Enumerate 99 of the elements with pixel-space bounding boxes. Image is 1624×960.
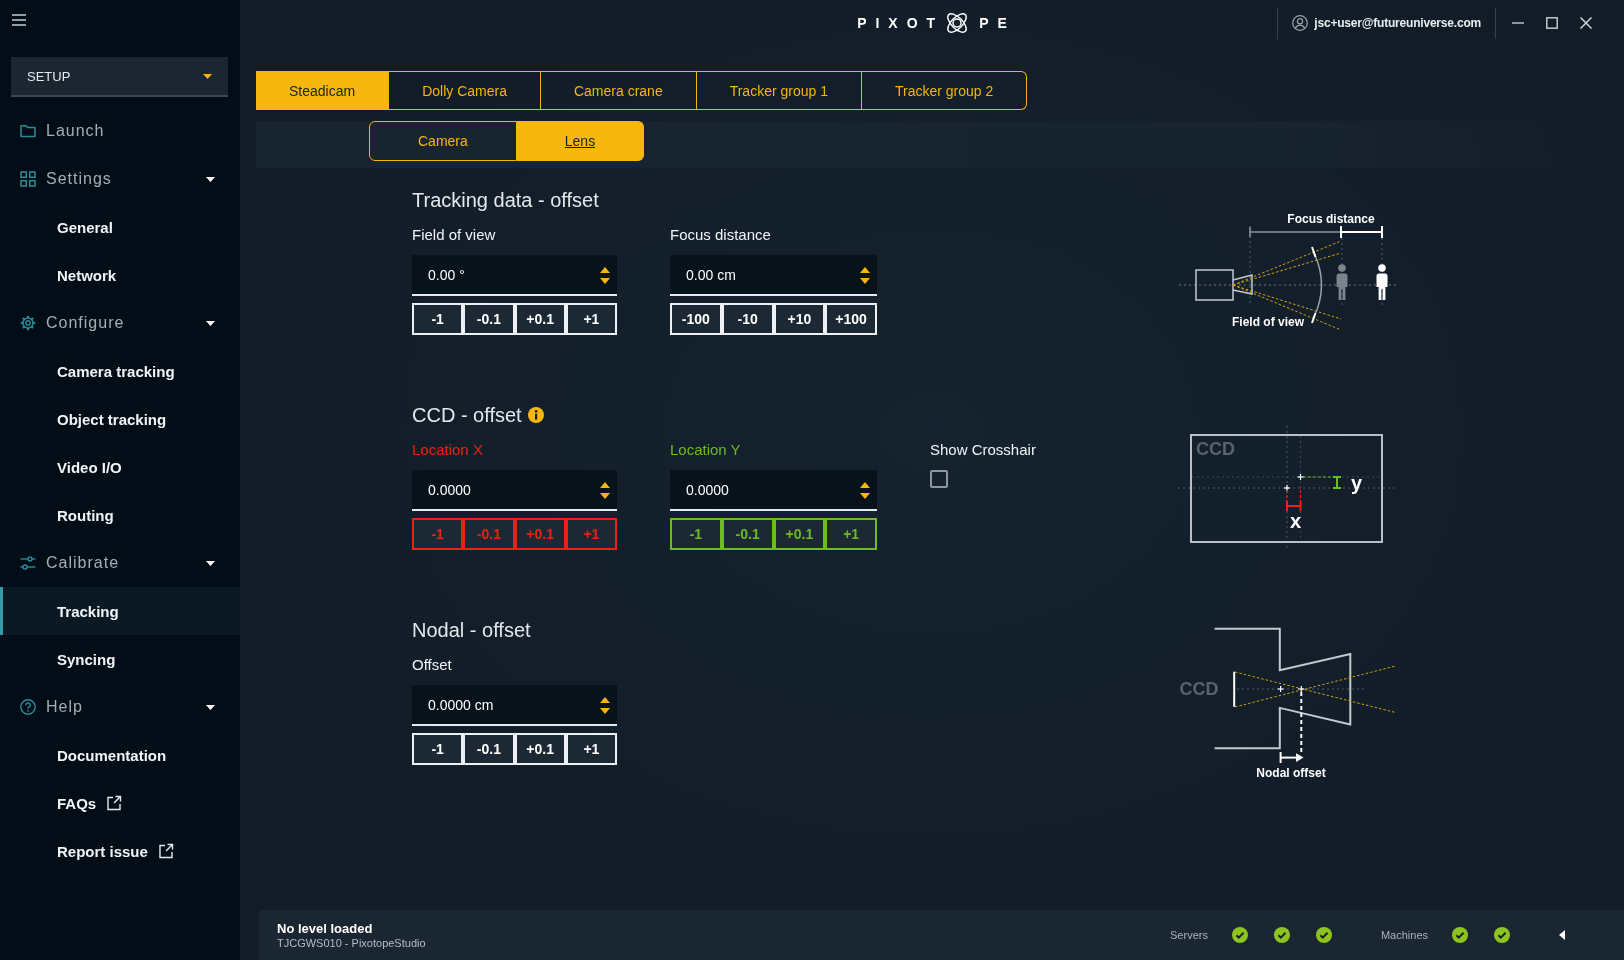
step-button[interactable]: +0.1 <box>773 518 826 550</box>
tab[interactable]: Dolly Camera <box>389 71 541 110</box>
nav-item[interactable]: Syncing <box>0 635 240 683</box>
step-button[interactable]: -1 <box>412 303 464 335</box>
field-label: Offset <box>412 655 453 675</box>
number-field[interactable]: 0.00 ° <box>412 255 617 296</box>
step-button[interactable]: -0.1 <box>463 733 515 765</box>
workstation-text: TJCGWS010 - PixotopeStudio <box>277 935 426 950</box>
level-status-text: No level loaded <box>277 920 374 936</box>
crosshair-marker <box>1277 685 1285 693</box>
section-title: Nodal - offset <box>412 618 531 642</box>
status-group-label: Servers <box>1170 929 1208 941</box>
nav-group-header[interactable]: Configure <box>0 299 240 347</box>
section-title: CCD - offset <box>412 403 522 427</box>
grid-icon <box>20 171 36 187</box>
caret-icon <box>203 73 212 79</box>
nodal-offset-arrow <box>1279 751 1304 764</box>
status-group-label: Machines <box>1380 929 1428 941</box>
step-button[interactable]: -100 <box>670 303 722 335</box>
subtab[interactable]: Lens <box>516 121 645 161</box>
y-offset-bracket <box>1302 476 1342 489</box>
diagram-label: Nodal offset <box>1256 766 1326 780</box>
user-email[interactable]: jsc+user@futureuniverse.com <box>1314 16 1481 30</box>
step-button[interactable]: +1 <box>565 303 617 335</box>
section-title: Tracking data - offset <box>412 188 599 212</box>
collapse-caret-icon[interactable] <box>1559 930 1565 940</box>
number-field[interactable]: 0.00 cm <box>670 255 877 296</box>
sensor-line <box>1233 670 1236 708</box>
stepper-icon[interactable] <box>860 267 870 284</box>
field-label: Field of view <box>412 225 497 245</box>
info-icon[interactable] <box>527 407 544 423</box>
nav-item[interactable]: Routing <box>0 491 240 539</box>
nav-group-header[interactable]: Settings <box>0 155 240 203</box>
x-offset-bracket <box>1286 489 1302 512</box>
menu-icon[interactable] <box>12 14 26 26</box>
nav-item[interactable]: Object tracking <box>0 395 240 443</box>
nodal-point-line <box>1300 691 1303 753</box>
tab[interactable]: Steadicam <box>256 71 390 110</box>
nav-item[interactable]: Camera tracking <box>0 347 240 395</box>
stepper-icon[interactable] <box>600 482 610 499</box>
diagram-label: Field of view <box>1232 315 1304 329</box>
subtab[interactable]: Camera <box>369 121 517 161</box>
nav-item[interactable]: Report issue <box>0 827 240 875</box>
folder-icon <box>20 123 36 139</box>
help-icon <box>20 699 36 715</box>
logo-text: PIXOT <box>857 15 945 31</box>
step-button[interactable]: +100 <box>825 303 877 335</box>
mode-dropdown[interactable]: SETUP <box>11 57 228 97</box>
nav-item[interactable]: Video I/O <box>0 443 240 491</box>
stepper-icon[interactable] <box>600 697 610 714</box>
nav-item[interactable]: Launch <box>0 107 240 155</box>
step-button[interactable]: +0.1 <box>514 733 566 765</box>
step-button[interactable]: -10 <box>721 303 774 335</box>
field-label: Location Y <box>670 440 742 460</box>
crosshair-marker <box>1296 473 1305 481</box>
step-button[interactable]: -1 <box>670 518 722 550</box>
step-button[interactable]: +10 <box>773 303 826 335</box>
number-field[interactable]: 0.0000 <box>412 470 617 511</box>
checkbox[interactable] <box>930 470 948 488</box>
nav-item[interactable]: FAQs <box>0 779 240 827</box>
logo-text: PE <box>979 15 1016 31</box>
camera-outline <box>1195 269 1253 301</box>
diagram-label: x <box>1290 510 1302 532</box>
tab[interactable]: Tracker group 2 <box>862 71 1028 110</box>
stepper-icon[interactable] <box>860 482 870 499</box>
gear-icon <box>20 315 36 331</box>
diagram-label: y <box>1351 472 1363 494</box>
diagram-label: CCD <box>1179 679 1219 699</box>
step-button[interactable]: -1 <box>412 733 464 765</box>
person-icon <box>1336 264 1348 300</box>
person-icon <box>1376 264 1388 300</box>
close-icon[interactable] <box>1580 17 1592 29</box>
nav-item[interactable]: Network <box>0 251 240 299</box>
diagram-label: CCD <box>1196 439 1235 459</box>
field-label: Focus distance <box>670 225 772 245</box>
field-label: Location X <box>412 440 484 460</box>
step-button[interactable]: -0.1 <box>721 518 774 550</box>
tab[interactable]: Camera crane <box>540 71 697 110</box>
step-button[interactable]: +1 <box>825 518 877 550</box>
focus-distance-bracket <box>1340 225 1383 239</box>
user-icon[interactable] <box>1292 15 1309 31</box>
crosshair-marker <box>1283 484 1291 492</box>
step-button[interactable]: +1 <box>565 733 617 765</box>
crosshair-marker <box>1297 685 1305 693</box>
number-field[interactable]: 0.0000 cm <box>412 685 617 726</box>
nav-item[interactable]: General <box>0 203 240 251</box>
sliders-icon <box>20 555 36 571</box>
nav-item[interactable]: Tracking <box>0 587 240 635</box>
step-button[interactable]: +0.1 <box>514 303 566 335</box>
nav-group-header[interactable]: Calibrate <box>0 539 240 587</box>
nav-item[interactable]: Documentation <box>0 731 240 779</box>
nav-group-header[interactable]: Help <box>0 683 240 731</box>
maximize-icon[interactable] <box>1546 17 1558 29</box>
number-field[interactable]: 0.0000 <box>670 470 877 511</box>
step-button[interactable]: -0.1 <box>463 303 515 335</box>
tab[interactable]: Tracker group 1 <box>696 71 862 110</box>
stepper-icon[interactable] <box>600 267 610 284</box>
diagram-label: Focus distance <box>1287 212 1375 226</box>
field-label: Show Crosshair <box>930 440 1037 460</box>
